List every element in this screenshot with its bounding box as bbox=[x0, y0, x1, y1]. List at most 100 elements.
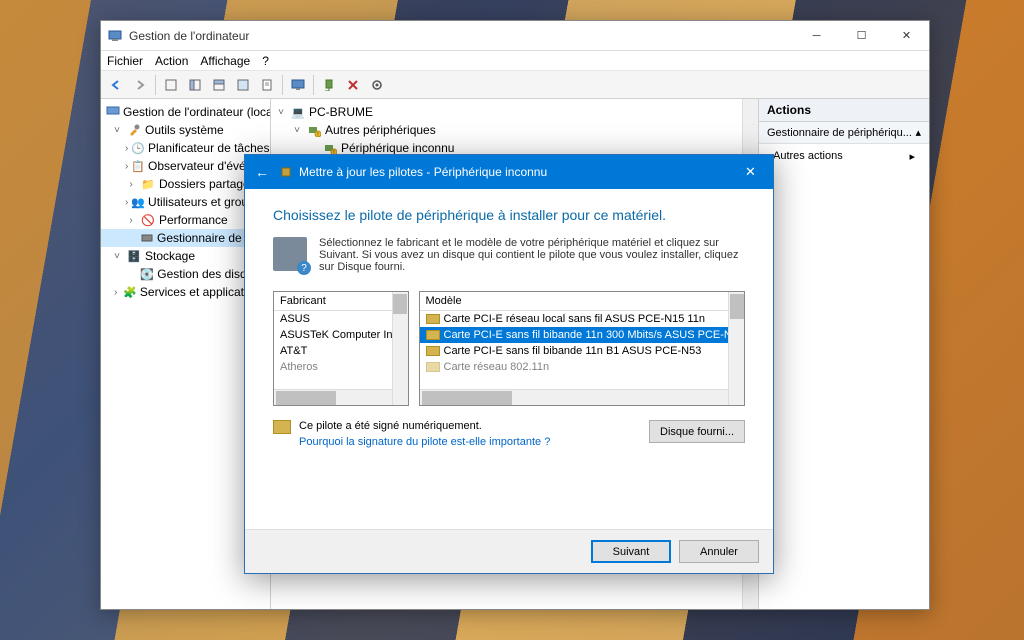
tree-root[interactable]: Gestion de l'ordinateur (local) bbox=[101, 103, 270, 121]
device-icon bbox=[140, 230, 154, 246]
toolbar-scan-button[interactable] bbox=[318, 74, 340, 96]
dialog-close-button[interactable]: ✕ bbox=[728, 155, 773, 189]
menu-action[interactable]: Action bbox=[155, 54, 188, 68]
signature-row: Ce pilote a été signé numériquement. Pou… bbox=[273, 420, 745, 450]
driver-cert-icon bbox=[426, 362, 440, 372]
device-root[interactable]: ˅💻PC-BRUME bbox=[271, 103, 758, 121]
toolbar-view4-button[interactable] bbox=[232, 74, 254, 96]
expand-icon[interactable]: › bbox=[125, 215, 137, 226]
minimize-button[interactable]: ─ bbox=[794, 21, 839, 51]
other-device-icon: ! bbox=[306, 122, 322, 138]
hardware-icon bbox=[273, 237, 307, 271]
dialog-heading: Choisissez le pilote de périphérique à i… bbox=[273, 207, 745, 223]
model-listbox[interactable]: Modèleˆ Carte PCI-E réseau local sans fi… bbox=[419, 291, 746, 406]
cancel-button[interactable]: Annuler bbox=[679, 540, 759, 563]
svg-text:!: ! bbox=[317, 132, 318, 137]
manufacturer-item[interactable]: Atheros bbox=[274, 359, 408, 375]
perf-icon: 🚫 bbox=[140, 212, 156, 228]
device-other[interactable]: ˅!Autres périphériques bbox=[271, 121, 758, 139]
manufacturer-header: Fabricantˆ bbox=[274, 292, 408, 311]
manufacturer-body: ASUS ASUSTeK Computer Inc. AT&T Atheros bbox=[274, 311, 408, 375]
expand-icon[interactable]: › bbox=[125, 161, 128, 172]
manufacturer-item[interactable]: AT&T bbox=[274, 343, 408, 359]
chevron-up-icon: ▴ bbox=[915, 126, 921, 139]
model-header: Modèleˆ bbox=[420, 292, 745, 311]
dialog-title: Mettre à jour les pilotes - Périphérique… bbox=[279, 165, 728, 179]
storage-icon: 🗄️ bbox=[126, 248, 142, 264]
dialog-content: Choisissez le pilote de périphérique à i… bbox=[245, 189, 773, 460]
manufacturer-item[interactable]: ASUSTeK Computer Inc. bbox=[274, 327, 408, 343]
expand-icon[interactable]: › bbox=[111, 287, 120, 298]
toolbar-separator bbox=[282, 75, 283, 95]
toolbar-view2-button[interactable] bbox=[184, 74, 206, 96]
toolbar bbox=[101, 71, 929, 99]
expand-icon[interactable]: › bbox=[125, 179, 137, 190]
model-item[interactable]: Carte PCI-E réseau local sans fil ASUS P… bbox=[420, 311, 745, 327]
forward-button[interactable] bbox=[129, 74, 151, 96]
have-disk-button[interactable]: Disque fourni... bbox=[649, 420, 745, 443]
toolbar-update-button[interactable] bbox=[366, 74, 388, 96]
menu-file[interactable]: Fichier bbox=[107, 54, 143, 68]
back-button[interactable] bbox=[105, 74, 127, 96]
horizontal-scrollbar[interactable] bbox=[420, 389, 729, 405]
tools-icon bbox=[126, 122, 142, 138]
manufacturer-item[interactable]: ASUS bbox=[274, 311, 408, 327]
tree-system-tools[interactable]: ˅ Outils système bbox=[101, 121, 270, 139]
window-title: Gestion de l'ordinateur bbox=[129, 29, 794, 43]
model-item[interactable]: Carte PCI-E sans fil bibande 11n B1 ASUS… bbox=[420, 343, 745, 359]
close-button[interactable]: ✕ bbox=[884, 21, 929, 51]
folder-icon: 📁 bbox=[140, 176, 156, 192]
collapse-icon[interactable]: ˅ bbox=[111, 251, 123, 262]
toolbar-delete-button[interactable] bbox=[342, 74, 364, 96]
pc-icon: 💻 bbox=[290, 104, 306, 120]
disk-icon: 💽 bbox=[140, 266, 154, 282]
titlebar[interactable]: Gestion de l'ordinateur ─ ☐ ✕ bbox=[101, 21, 929, 51]
menubar: Fichier Action Affichage ? bbox=[101, 51, 929, 71]
manufacturer-listbox[interactable]: Fabricantˆ ASUS ASUSTeK Computer Inc. AT… bbox=[273, 291, 409, 406]
clock-icon: 🕒 bbox=[131, 140, 145, 156]
expand-icon[interactable]: › bbox=[125, 197, 128, 208]
users-icon: 👥 bbox=[131, 194, 145, 210]
actions-more[interactable]: Autres actions ▸ bbox=[759, 144, 929, 169]
driver-cert-icon bbox=[426, 346, 440, 356]
dialog-back-button[interactable]: ← bbox=[245, 155, 279, 189]
toolbar-separator bbox=[155, 75, 156, 95]
expand-icon[interactable]: › bbox=[125, 143, 128, 154]
chip-icon bbox=[279, 165, 293, 179]
app-icon bbox=[107, 28, 123, 44]
actions-category[interactable]: Gestionnaire de périphériqu... ▴ bbox=[759, 122, 929, 144]
model-item-selected[interactable]: Carte PCI-E sans fil bibande 11n 300 Mbi… bbox=[420, 327, 745, 343]
toolbar-view1-button[interactable] bbox=[160, 74, 182, 96]
driver-lists-row: Fabricantˆ ASUS ASUSTeK Computer Inc. AT… bbox=[273, 291, 745, 406]
collapse-icon[interactable]: ˅ bbox=[111, 125, 123, 136]
toolbar-monitor-button[interactable] bbox=[287, 74, 309, 96]
next-button[interactable]: Suivant bbox=[591, 540, 671, 563]
chevron-right-icon: ▸ bbox=[909, 150, 915, 163]
computer-icon bbox=[106, 104, 120, 120]
actions-header: Actions bbox=[759, 99, 929, 122]
actions-pane: Actions Gestionnaire de périphériqu... ▴… bbox=[759, 99, 929, 609]
signature-help-link[interactable]: Pourquoi la signature du pilote est-elle… bbox=[299, 436, 550, 448]
vertical-scrollbar[interactable] bbox=[392, 292, 408, 405]
menu-view[interactable]: Affichage bbox=[200, 54, 250, 68]
dialog-footer: Suivant Annuler bbox=[245, 529, 773, 573]
signature-text: Ce pilote a été signé numériquement. bbox=[299, 420, 550, 432]
driver-cert-icon bbox=[426, 330, 440, 340]
maximize-button[interactable]: ☐ bbox=[839, 21, 884, 51]
collapse-icon[interactable]: ˅ bbox=[275, 107, 287, 118]
dialog-titlebar[interactable]: ← Mettre à jour les pilotes - Périphériq… bbox=[245, 155, 773, 189]
toolbar-separator bbox=[313, 75, 314, 95]
collapse-icon[interactable]: ˅ bbox=[291, 125, 303, 136]
driver-cert-icon bbox=[426, 314, 440, 324]
driver-update-dialog: ← Mettre à jour les pilotes - Périphériq… bbox=[244, 154, 774, 574]
model-item[interactable]: Carte réseau 802.11n bbox=[420, 359, 745, 375]
toolbar-view3-button[interactable] bbox=[208, 74, 230, 96]
horizontal-scrollbar[interactable] bbox=[274, 389, 392, 405]
dialog-instruction: Sélectionnez le fabricant et le modèle d… bbox=[273, 237, 745, 273]
menu-help[interactable]: ? bbox=[262, 54, 269, 68]
certificate-icon bbox=[273, 420, 291, 434]
services-icon: 🧩 bbox=[123, 284, 137, 300]
vertical-scrollbar[interactable] bbox=[728, 292, 744, 405]
toolbar-prop-button[interactable] bbox=[256, 74, 278, 96]
model-body: Carte PCI-E réseau local sans fil ASUS P… bbox=[420, 311, 745, 375]
